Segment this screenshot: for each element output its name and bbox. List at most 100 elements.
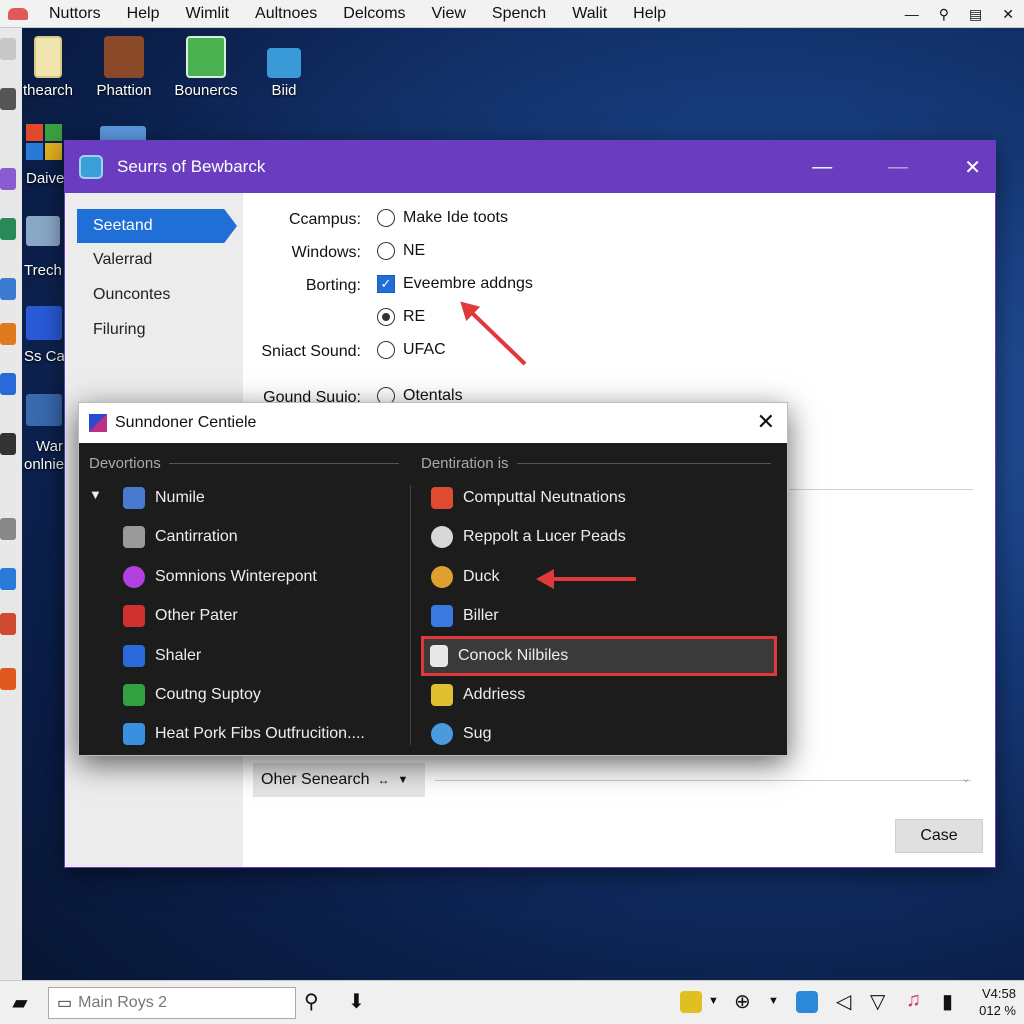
dock-app-icon[interactable] [0, 218, 16, 240]
speaker-icon[interactable]: ◁ [836, 989, 851, 1014]
tools-icon [123, 526, 145, 548]
dock-app-icon[interactable] [0, 518, 16, 540]
dialog-window: Sunndoner Centiele ✕ Devortions Dentirat… [78, 402, 788, 756]
window-titlebar[interactable]: Seurrs of Bewbarck — — ✕ [65, 141, 995, 193]
app-logo-icon[interactable] [0, 0, 36, 28]
dock-app-icon[interactable] [0, 323, 16, 345]
option-eveembre-addngs[interactable]: ✓ Eveembre addngs [377, 275, 533, 293]
list-item[interactable]: Other Pater [123, 601, 238, 631]
start-icon[interactable]: ▰ [0, 981, 40, 1024]
shield-icon[interactable]: ▽ [870, 989, 885, 1014]
note-icon[interactable] [680, 991, 702, 1013]
dock-app-icon[interactable] [0, 568, 16, 590]
desktop-icon-biid[interactable]: Biid [244, 36, 324, 99]
divider [435, 780, 971, 781]
desktop-label-trech[interactable]: Trech [24, 262, 62, 279]
option-ne[interactable]: NE [377, 242, 425, 260]
dock-app-icon[interactable] [0, 373, 16, 395]
list-item[interactable]: Coutng Suptoy [123, 680, 261, 710]
desktop-label-war[interactable]: War [36, 438, 63, 455]
search-icon[interactable]: ⚲ [939, 6, 949, 23]
music-icon[interactable]: ♫ [906, 989, 921, 1012]
windows-logo-icon[interactable] [26, 124, 62, 160]
dock-app-icon[interactable] [0, 168, 16, 190]
desktop-icon-phattion[interactable]: Phattion [84, 36, 164, 99]
dock-app-icon[interactable] [0, 668, 16, 690]
maximize-icon[interactable]: — [888, 156, 908, 179]
desktop-label-onlnie[interactable]: onlnie [24, 456, 64, 473]
sidebar-item-filuring[interactable]: Filuring [77, 313, 237, 347]
option-ufac[interactable]: UFAC [377, 341, 446, 359]
desktop-icon-bounercs[interactable]: Bounercs [166, 36, 246, 99]
sidebar-item-valerrad[interactable]: Valerrad [77, 243, 237, 277]
chevron-down-icon[interactable]: ⌄ [961, 771, 971, 785]
list-item-selected[interactable]: Conock Nilbiles [421, 636, 777, 676]
divider [789, 489, 973, 490]
desktop-label-daive[interactable]: Daive [26, 170, 64, 187]
dialog-titlebar[interactable]: Sunndoner Centiele ✕ [79, 403, 787, 443]
search-icon[interactable]: ⚲ [304, 989, 319, 1014]
dock-app-icon[interactable] [0, 278, 16, 300]
minimize-icon[interactable]: — [905, 6, 919, 22]
close-icon[interactable]: ✕ [1002, 6, 1014, 23]
menu-item-wimlit[interactable]: Wimlit [172, 0, 242, 28]
menubar-tray: — ⚲ ▤ ✕ [905, 0, 1014, 28]
list-item[interactable]: Shaler [123, 641, 201, 671]
menu-item-help[interactable]: Help [114, 0, 173, 28]
list-item[interactable]: Computtal Neutnations [431, 483, 626, 513]
divider [516, 463, 771, 464]
option-re[interactable]: RE [377, 308, 425, 326]
network-icon[interactable]: ⊕ [734, 989, 751, 1014]
close-button[interactable]: Case [895, 819, 983, 853]
clipboard-icon[interactable]: ▤ [969, 6, 982, 23]
desktop-label-ss-cai[interactable]: Ss Cai [24, 348, 68, 365]
window-controls: — — ✕ [812, 141, 981, 193]
user-icon [123, 487, 145, 509]
menu-item-aultnoes[interactable]: Aultnoes [242, 0, 330, 28]
group-header-left: Devortions [89, 455, 399, 472]
radio-button[interactable] [377, 209, 395, 227]
sidebar-item-seetand[interactable]: Seetand [77, 209, 237, 243]
folder-icon[interactable] [26, 216, 60, 246]
chevron-down-icon: ▼ [397, 774, 409, 786]
menu-item-walit[interactable]: Walit [559, 0, 620, 28]
checkbox-checked[interactable]: ✓ [377, 275, 395, 293]
radio-button[interactable] [377, 242, 395, 260]
arrow-down-icon[interactable]: ⬇ [348, 989, 365, 1014]
list-item[interactable]: Heat Pork Fibs Outfrucition.... [123, 719, 365, 749]
folder-icon[interactable] [26, 394, 62, 426]
battery-icon[interactable]: ▮ [942, 989, 953, 1014]
chevron-down-icon[interactable]: ▼ [708, 995, 719, 1007]
menu-item-delcoms[interactable]: Delcoms [330, 0, 418, 28]
radio-button[interactable] [377, 341, 395, 359]
collapse-triangle-icon[interactable]: ▼ [89, 487, 102, 502]
list-item[interactable]: Numile [123, 483, 205, 513]
menu-item-help-2[interactable]: Help [620, 0, 679, 28]
taskbar-search[interactable]: ▭ Main Roys 2 [48, 987, 296, 1019]
menu-list: Nuttors Help Wimlit Aultnoes Delcoms Vie… [36, 0, 679, 28]
list-item[interactable]: Cantirration [123, 522, 238, 552]
folder-icon[interactable] [796, 991, 818, 1013]
menu-item-spench[interactable]: Spench [479, 0, 559, 28]
search-dropdown[interactable]: Oher Senearch ↔ ▼ [253, 763, 425, 797]
clock[interactable]: V4:58 012 % [979, 985, 1016, 1019]
radio-button-checked[interactable] [377, 308, 395, 326]
close-icon[interactable]: ✕ [757, 409, 775, 435]
dock-app-icon[interactable] [0, 433, 16, 455]
close-icon[interactable]: ✕ [964, 155, 981, 180]
folder-icon[interactable] [26, 306, 62, 340]
list-item[interactable]: Reppolt a Lucer Peads [431, 522, 626, 552]
minimize-icon[interactable]: — [812, 156, 832, 179]
option-make-ide-toots[interactable]: Make Ide toots [377, 209, 508, 227]
chevron-down-icon[interactable]: ▼ [768, 995, 779, 1007]
menu-item-nuttors[interactable]: Nuttors [36, 0, 114, 28]
list-item[interactable]: Addriess [431, 680, 525, 710]
desktop-icon-thearch[interactable]: thearch [8, 36, 88, 99]
list-item[interactable]: Duck [431, 562, 499, 592]
sidebar-item-ouncontes[interactable]: Ouncontes [77, 278, 237, 312]
list-item[interactable]: Biller [431, 601, 499, 631]
menu-item-view[interactable]: View [419, 0, 479, 28]
list-item[interactable]: Sug [431, 719, 491, 749]
list-item[interactable]: Somnions Winterepont [123, 562, 317, 592]
dock-app-icon[interactable] [0, 613, 16, 635]
